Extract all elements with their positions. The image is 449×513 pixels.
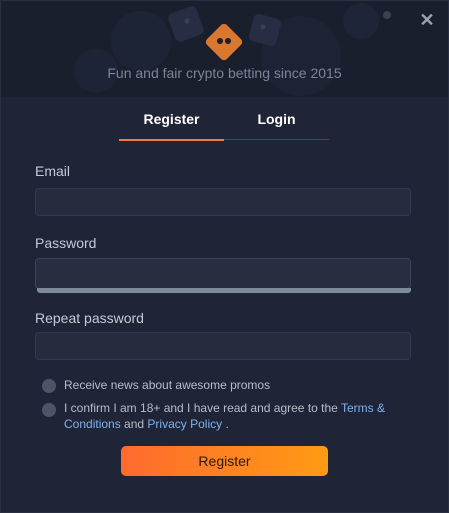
- confirm-text: I confirm I am 18+ and I have read and a…: [64, 401, 338, 415]
- period-text: .: [225, 417, 229, 431]
- password-strength-bar: [37, 288, 411, 293]
- repeat-password-field[interactable]: [35, 332, 411, 360]
- register-submit-button[interactable]: Register: [121, 446, 328, 476]
- tagline: Fun and fair crypto betting since 2015: [107, 65, 342, 81]
- tab-register[interactable]: Register: [119, 107, 224, 141]
- close-icon[interactable]: ✕: [418, 11, 436, 29]
- terms-link[interactable]: Terms &: [341, 401, 385, 415]
- brand-logo-icon: [205, 23, 243, 61]
- repeat-password-label: Repeat password: [35, 310, 144, 326]
- privacy-policy-link[interactable]: Privacy Policy: [147, 417, 222, 431]
- terms-link-continued[interactable]: Conditions: [64, 417, 121, 431]
- auth-tabs: Register Login: [119, 107, 329, 141]
- age-confirm-label: I confirm I am 18+ and I have read and a…: [64, 400, 394, 432]
- register-modal: ✕ Fun and fair crypto betting since 2015…: [0, 0, 449, 513]
- modal-header: ✕ Fun and fair crypto betting since 2015: [1, 1, 448, 97]
- password-field[interactable]: [35, 258, 411, 289]
- promos-label: Receive news about awesome promos: [64, 378, 271, 392]
- promos-checkbox[interactable]: [42, 379, 56, 393]
- age-confirm-checkbox[interactable]: [42, 403, 56, 417]
- and-text: and: [124, 417, 145, 431]
- tab-login[interactable]: Login: [224, 107, 329, 139]
- password-label: Password: [35, 235, 97, 251]
- email-label: Email: [35, 163, 71, 179]
- email-field[interactable]: [35, 188, 411, 216]
